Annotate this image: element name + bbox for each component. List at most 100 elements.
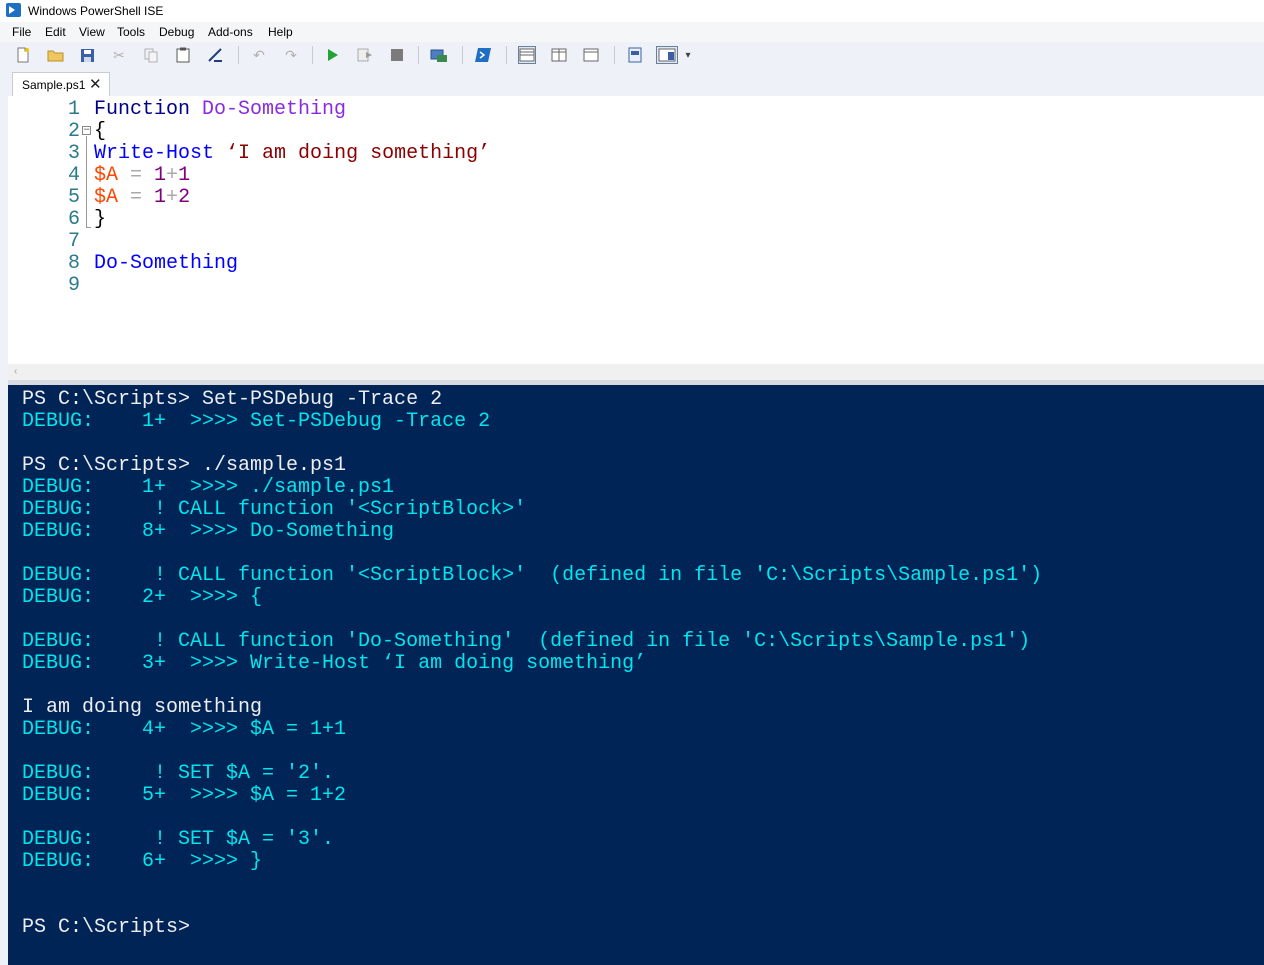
- code-token: $A: [94, 186, 119, 209]
- code-token: {: [94, 120, 107, 143]
- cut-icon[interactable]: ✂: [110, 46, 128, 64]
- line-number: 3: [67, 142, 80, 165]
- new-remote-tab-icon[interactable]: [430, 46, 448, 64]
- code-token: }: [94, 208, 107, 231]
- show-script-max-icon[interactable]: [582, 46, 600, 64]
- open-folder-icon[interactable]: [46, 46, 64, 64]
- menu-help[interactable]: Help: [268, 25, 293, 39]
- code-text: Function Do-Something: [94, 98, 346, 121]
- toolbar-separator: [462, 46, 463, 64]
- script-editor[interactable]: 1 Function Do-Something 2{3 Write-Host ‘I a…: [8, 96, 1264, 364]
- console-pane[interactable]: PS C:\Scripts> Set-PSDebug -Trace 2 DEBUG…: [8, 385, 1264, 965]
- console-line: DEBUG: 1+ >>>> ./sample.ps1: [22, 476, 395, 499]
- tab-label: Sample.ps1: [22, 78, 86, 92]
- scroll-left-icon[interactable]: ‹: [14, 366, 17, 377]
- toolbar-separator: [238, 46, 239, 64]
- new-file-icon[interactable]: [14, 46, 32, 64]
- code-line: 5 $A = 1+2: [8, 186, 1264, 209]
- menu-add-ons[interactable]: Add-ons: [208, 25, 253, 39]
- code-line: 2{: [8, 120, 1264, 143]
- paste-icon[interactable]: [174, 46, 192, 64]
- line-number: 7: [67, 230, 80, 253]
- code-token: =: [118, 164, 155, 187]
- redo-icon[interactable]: ↷: [282, 46, 300, 64]
- run-script-icon[interactable]: [324, 46, 342, 64]
- powershell-icon[interactable]: [474, 46, 492, 64]
- code-line: 1 Function Do-Something: [8, 98, 1264, 121]
- code-line: 9: [8, 274, 1264, 297]
- command-addon-icon[interactable]: [656, 46, 678, 64]
- code-token: ‘I am doing something’: [226, 142, 491, 165]
- tab-sample-ps1[interactable]: Sample.ps1 ✕: [12, 72, 110, 96]
- code-token: 1: [154, 186, 167, 209]
- line-number: 1: [67, 98, 80, 121]
- fold-guide: [86, 136, 87, 228]
- title-bar: Windows PowerShell ISE: [0, 0, 1264, 22]
- console-line: I am doing something: [22, 696, 263, 719]
- menu-edit[interactable]: Edit: [45, 25, 66, 39]
- line-number: 6: [67, 208, 80, 231]
- code-token: 1: [154, 164, 167, 187]
- line-number: 9: [67, 274, 80, 297]
- console-line: DEBUG: 2+ >>>> {: [22, 586, 263, 609]
- toolbar-overflow-icon[interactable]: ▾: [682, 46, 694, 64]
- code-token: =: [118, 186, 155, 209]
- save-icon[interactable]: [78, 46, 96, 64]
- console-line: PS C:\Scripts> Set-PSDebug -Trace 2: [22, 388, 443, 411]
- console-line: DEBUG: 6+ >>>> }: [22, 850, 263, 873]
- code-text: $A = 1+2: [94, 186, 190, 209]
- code-text: $A = 1+1: [94, 164, 190, 187]
- fold-guide-end: [86, 227, 91, 228]
- console-line: DEBUG: ! CALL function '<ScriptBlock>' (…: [22, 564, 1043, 587]
- line-number: 8: [67, 252, 80, 275]
- line-number: 2: [67, 120, 80, 143]
- console-line: DEBUG: ! SET $A = '2'.: [22, 762, 335, 785]
- clear-console-icon[interactable]: [206, 46, 224, 64]
- code-text: }: [94, 208, 106, 231]
- toolbar-separator: [418, 46, 419, 64]
- console-line: PS C:\Scripts> ./sample.ps1: [22, 454, 347, 477]
- code-token: Do-Something: [202, 98, 347, 121]
- console-line: DEBUG: 4+ >>>> $A = 1+1: [22, 718, 347, 741]
- console-line: DEBUG: 8+ >>>> Do-Something: [22, 520, 395, 543]
- console-line: DEBUG: 1+ >>>> Set-PSDebug -Trace 2: [22, 410, 491, 433]
- code-line: 3 Write-Host ‘I am doing something’: [8, 142, 1264, 165]
- code-token: Write-Host: [94, 142, 215, 165]
- code-line: 8 Do-Something: [8, 252, 1264, 275]
- line-number: 5: [67, 186, 80, 209]
- show-script-right-icon[interactable]: [550, 46, 568, 64]
- console-line: DEBUG: ! CALL function 'Do-Something' (d…: [22, 630, 1031, 653]
- console-line: DEBUG: ! CALL function '<ScriptBlock>': [22, 498, 527, 521]
- window-title: Windows PowerShell ISE: [28, 4, 164, 18]
- console-line: DEBUG: 3+ >>>> Write-Host ‘I am doing so…: [22, 652, 647, 675]
- toolbar: ✂ ↶ ↷ ▾: [0, 42, 1264, 69]
- code-token: 1: [178, 164, 191, 187]
- powershell-ise-app-icon: [6, 3, 21, 17]
- run-selection-icon[interactable]: [356, 46, 374, 64]
- code-token: +: [166, 164, 179, 187]
- menu-tools[interactable]: Tools: [117, 25, 145, 39]
- collapse-region-icon[interactable]: −: [82, 126, 91, 135]
- code-line: 6}: [8, 208, 1264, 231]
- code-text: Do-Something: [94, 252, 238, 275]
- code-line: 4 $A = 1+1: [8, 164, 1264, 187]
- left-border: [0, 96, 8, 965]
- toolbar-separator: [614, 46, 615, 64]
- toolbar-separator: [506, 46, 507, 64]
- menu-view[interactable]: View: [79, 25, 105, 39]
- show-script-top-icon[interactable]: [518, 46, 536, 64]
- close-icon[interactable]: ✕: [89, 75, 102, 93]
- menu-debug[interactable]: Debug: [159, 25, 194, 39]
- copy-icon[interactable]: [142, 46, 160, 64]
- menu-file[interactable]: File: [12, 25, 31, 39]
- stop-icon[interactable]: [388, 46, 406, 64]
- code-token: Do-Something: [94, 252, 239, 275]
- menu-bar: File Edit View Tools Debug Add-ons Help: [0, 22, 1264, 42]
- code-token: $A: [94, 164, 119, 187]
- code-token: 2: [178, 186, 191, 209]
- undo-icon[interactable]: ↶: [250, 46, 268, 64]
- editor-horizontal-scrollbar[interactable]: ‹: [8, 364, 1264, 380]
- show-commands-icon[interactable]: [626, 46, 644, 64]
